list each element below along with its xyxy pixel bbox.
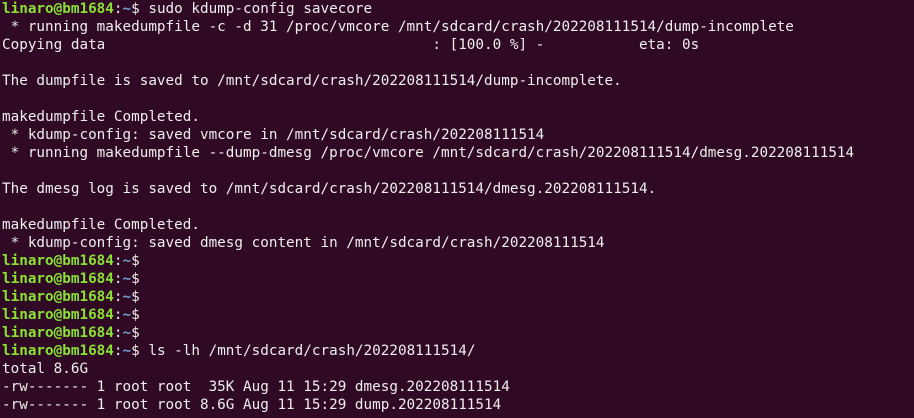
output-text: * kdump-config: saved dmesg content in /… — [2, 235, 605, 251]
prompt-user-host: linaro@bm1684 — [2, 271, 114, 287]
output-text: -rw------- 1 root root 8.6G Aug 11 15:29… — [2, 397, 502, 413]
output-text: makedumpfile Completed. — [2, 217, 200, 233]
prompt-user-host: linaro@bm1684 — [2, 307, 114, 323]
prompt-path: ~ — [122, 343, 132, 359]
prompt-path: ~ — [122, 1, 132, 17]
prompt-separator: : — [113, 253, 123, 269]
prompt-line: linaro@bm1684:~$ — [2, 270, 914, 288]
prompt-line: linaro@bm1684:~$ ls -lh /mnt/sdcard/cras… — [2, 342, 914, 360]
output-line: * running makedumpfile -c -d 31 /proc/vm… — [2, 18, 914, 36]
prompt-dollar: $ — [131, 343, 140, 359]
prompt-path: ~ — [122, 307, 132, 323]
prompt-separator: : — [113, 1, 123, 17]
prompt-separator: : — [113, 307, 123, 323]
output-text: Copying data : [100.0 %] - eta: 0s — [2, 37, 700, 53]
prompt-dollar: $ — [131, 1, 140, 17]
output-text: -rw------- 1 root root 35K Aug 11 15:29 … — [2, 379, 510, 395]
output-line: The dmesg log is saved to /mnt/sdcard/cr… — [2, 180, 914, 198]
output-line: * kdump-config: saved vmcore in /mnt/sdc… — [2, 126, 914, 144]
output-line: Copying data : [100.0 %] - eta: 0s — [2, 36, 914, 54]
prompt-user-host: linaro@bm1684 — [2, 253, 114, 269]
command-text: sudo kdump-config savecore — [139, 1, 373, 17]
prompt-line: linaro@bm1684:~$ — [2, 306, 914, 324]
output-text: The dumpfile is saved to /mnt/sdcard/cra… — [2, 73, 622, 89]
prompt-path: ~ — [122, 253, 132, 269]
prompt-path: ~ — [122, 325, 132, 341]
prompt-separator: : — [113, 289, 123, 305]
prompt-separator: : — [113, 325, 123, 341]
command-text: ls -lh /mnt/sdcard/crash/202208111514/ — [139, 343, 476, 359]
output-line: total 8.6G — [2, 360, 914, 378]
prompt-path: ~ — [122, 271, 132, 287]
prompt-separator: : — [113, 271, 123, 287]
prompt-user-host: linaro@bm1684 — [2, 1, 114, 17]
prompt-dollar: $ — [131, 289, 140, 305]
prompt-line: linaro@bm1684:~$ sudo kdump-config savec… — [2, 0, 914, 18]
prompt-line: linaro@bm1684:~$ — [2, 288, 914, 306]
output-line: makedumpfile Completed. — [2, 108, 914, 126]
output-line: makedumpfile Completed. — [2, 216, 914, 234]
output-line: * kdump-config: saved dmesg content in /… — [2, 234, 914, 252]
prompt-dollar: $ — [131, 271, 140, 287]
prompt-separator: : — [113, 343, 123, 359]
prompt-path: ~ — [122, 289, 132, 305]
terminal-window[interactable]: linaro@bm1684:~$ sudo kdump-config savec… — [0, 0, 914, 418]
output-text: total 8.6G — [2, 361, 89, 377]
prompt-dollar: $ — [131, 325, 140, 341]
output-text: The dmesg log is saved to /mnt/sdcard/cr… — [2, 181, 657, 197]
output-text: * running makedumpfile --dump-dmesg /pro… — [2, 145, 855, 161]
prompt-dollar: $ — [131, 307, 140, 323]
prompt-user-host: linaro@bm1684 — [2, 289, 114, 305]
output-line: * running makedumpfile --dump-dmesg /pro… — [2, 144, 914, 162]
output-text: * kdump-config: saved vmcore in /mnt/sdc… — [2, 127, 545, 143]
prompt-line: linaro@bm1684:~$ — [2, 324, 914, 342]
prompt-user-host: linaro@bm1684 — [2, 325, 114, 341]
output-line: -rw------- 1 root root 35K Aug 11 15:29 … — [2, 378, 914, 396]
prompt-dollar: $ — [131, 253, 140, 269]
prompt-line: linaro@bm1684:~$ — [2, 252, 914, 270]
output-text: makedumpfile Completed. — [2, 109, 200, 125]
output-text: * running makedumpfile -c -d 31 /proc/vm… — [2, 19, 794, 35]
output-line: The dumpfile is saved to /mnt/sdcard/cra… — [2, 72, 914, 90]
output-line: -rw------- 1 root root 8.6G Aug 11 15:29… — [2, 396, 914, 414]
prompt-user-host: linaro@bm1684 — [2, 343, 114, 359]
